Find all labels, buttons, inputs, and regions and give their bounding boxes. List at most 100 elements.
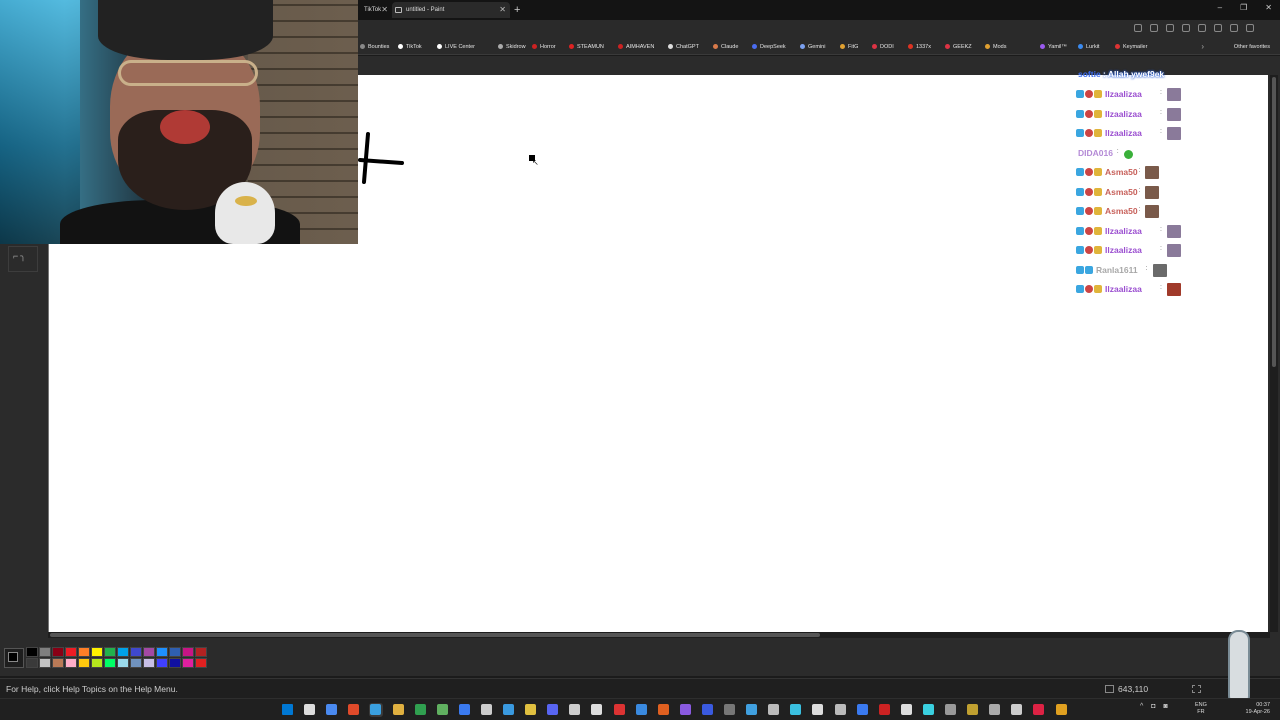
bookmark-item[interactable]: Claude [713, 43, 738, 52]
taskbar-app-icon[interactable] [503, 704, 514, 715]
bookmark-item[interactable]: DeepSeek [752, 43, 786, 52]
taskbar-app-icon[interactable] [657, 704, 669, 715]
color-swatch[interactable] [130, 647, 142, 657]
extensions-icon[interactable] [1214, 24, 1222, 32]
bookmark-item[interactable]: ChatGPT [668, 43, 699, 52]
color-swatch[interactable] [91, 647, 103, 657]
color-swatch[interactable] [156, 647, 168, 657]
taskbar-app-icon[interactable] [1055, 704, 1067, 715]
color-swatch[interactable] [195, 647, 207, 657]
current-colors[interactable] [4, 648, 24, 668]
taskbar-app-icon[interactable] [989, 704, 1001, 715]
tray-chevron-icon[interactable]: ^ [1140, 703, 1143, 710]
favorites-icon[interactable] [1230, 24, 1238, 32]
taskbar-app-icon[interactable] [591, 704, 603, 715]
taskbar-app-icon[interactable] [812, 704, 824, 715]
color-swatch[interactable] [52, 658, 64, 668]
tray-app-icon[interactable]: ◙ [1164, 703, 1168, 710]
taskbar-app-icon[interactable] [613, 704, 625, 715]
color-swatch[interactable] [104, 647, 116, 657]
taskbar-app-icon[interactable] [724, 704, 735, 715]
bookmark-item[interactable]: DODI [872, 43, 894, 52]
color-swatch[interactable] [104, 658, 116, 668]
taskbar-app-icon[interactable] [790, 704, 802, 715]
taskbar-app-icon[interactable] [414, 704, 426, 715]
taskbar-app-icon[interactable] [768, 704, 780, 715]
bookmark-item[interactable]: Bounties [360, 43, 389, 52]
bookmark-item[interactable]: Mods [985, 43, 1006, 52]
new-tab-button[interactable]: + [514, 2, 520, 18]
paint-toolbox[interactable]: ⌐╮ [8, 246, 38, 272]
taskbar-app-icon[interactable] [436, 704, 448, 715]
profile-icon[interactable] [1246, 24, 1254, 32]
color-swatch[interactable] [117, 658, 129, 668]
tab-close-icon[interactable]: ✕ [499, 2, 506, 18]
taskbar-app-icon[interactable] [569, 704, 581, 715]
tab-paint[interactable]: untitled - Paint ✕ [392, 2, 510, 18]
taskbar-app-icon[interactable] [370, 704, 382, 715]
restore-icon[interactable]: ❐ [1240, 3, 1247, 12]
taskbar-app-icon[interactable] [900, 704, 912, 715]
select-tool-icon[interactable]: ⌐╮ [13, 251, 28, 262]
color-swatch[interactable] [52, 647, 64, 657]
bookmark-item[interactable]: AIMHAVEN [618, 43, 654, 52]
scroll-thumb[interactable] [1272, 77, 1276, 367]
bookmark-item[interactable]: LIVE Center [437, 43, 475, 52]
refresh-icon[interactable] [1198, 24, 1206, 32]
taskbar-app-icon[interactable] [967, 704, 979, 715]
color-swatch[interactable] [169, 658, 181, 668]
color-swatch[interactable] [65, 658, 77, 668]
taskbar-app-icon[interactable] [746, 704, 758, 715]
minimize-icon[interactable]: – [1218, 3, 1222, 12]
start-icon[interactable] [282, 704, 293, 715]
favorite-star-icon[interactable] [1166, 24, 1174, 32]
bookmark-item[interactable]: GEEKZ [945, 43, 972, 52]
foreground-color[interactable] [8, 652, 18, 662]
color-swatch[interactable] [91, 658, 103, 668]
color-swatch[interactable] [156, 658, 168, 668]
color-swatch[interactable] [130, 658, 142, 668]
taskbar-app-icon[interactable] [635, 704, 647, 715]
color-swatch[interactable] [195, 658, 207, 668]
color-swatch[interactable] [39, 658, 51, 668]
color-swatch[interactable] [117, 647, 129, 657]
color-swatch[interactable] [26, 658, 38, 668]
taskbar-app-icon[interactable] [922, 704, 934, 715]
read-aloud-icon[interactable] [1182, 24, 1190, 32]
color-swatch[interactable] [143, 647, 155, 657]
bookmark-item[interactable]: Skidrow [498, 43, 526, 52]
taskbar-app-icon[interactable] [480, 704, 492, 715]
taskbar-app-icon[interactable] [945, 704, 956, 715]
taskbar-app-icon[interactable] [1033, 704, 1045, 715]
tab-tiktok[interactable]: TikTok ✕ [358, 2, 392, 18]
bookmark-item[interactable]: STEAMUN [569, 43, 604, 52]
taskbar-app-icon[interactable] [701, 704, 713, 715]
taskbar-app-icon[interactable] [392, 704, 404, 715]
taskbar-app-icon[interactable] [525, 704, 537, 715]
chevron-right-icon[interactable]: › [1201, 42, 1204, 51]
taskbar-app-icon[interactable] [458, 704, 470, 715]
bookmark-item[interactable]: Gemini [800, 43, 825, 52]
bookmark-item[interactable]: Horror [532, 43, 556, 52]
taskbar-app-icon[interactable] [856, 704, 868, 715]
close-window-icon[interactable]: ✕ [1265, 3, 1272, 12]
bookmark-item[interactable]: 1337x [908, 43, 931, 52]
color-swatch[interactable] [78, 647, 90, 657]
color-swatch[interactable] [26, 647, 38, 657]
taskbar-app-icon[interactable] [878, 704, 890, 715]
other-favorites[interactable]: Other favorites [1234, 43, 1270, 52]
vertical-scrollbar[interactable] [1270, 75, 1278, 632]
scroll-thumb[interactable] [50, 633, 820, 637]
tray-app-icon[interactable]: ◘ [1151, 703, 1155, 710]
taskbar-app-icon[interactable] [348, 704, 360, 715]
color-swatch[interactable] [65, 647, 77, 657]
tab-close-icon[interactable]: ✕ [381, 2, 388, 18]
taskbar-app-icon[interactable] [679, 704, 691, 715]
bookmark-item[interactable]: Yamil™ [1040, 43, 1067, 52]
color-swatch[interactable] [169, 647, 181, 657]
horizontal-scrollbar[interactable] [48, 632, 1270, 638]
bookmark-item[interactable]: TikTok [398, 43, 422, 52]
taskbar-app-icon[interactable] [834, 704, 846, 715]
bookmark-item[interactable]: FitG [840, 43, 858, 52]
taskbar-app-icon[interactable] [1011, 704, 1023, 715]
